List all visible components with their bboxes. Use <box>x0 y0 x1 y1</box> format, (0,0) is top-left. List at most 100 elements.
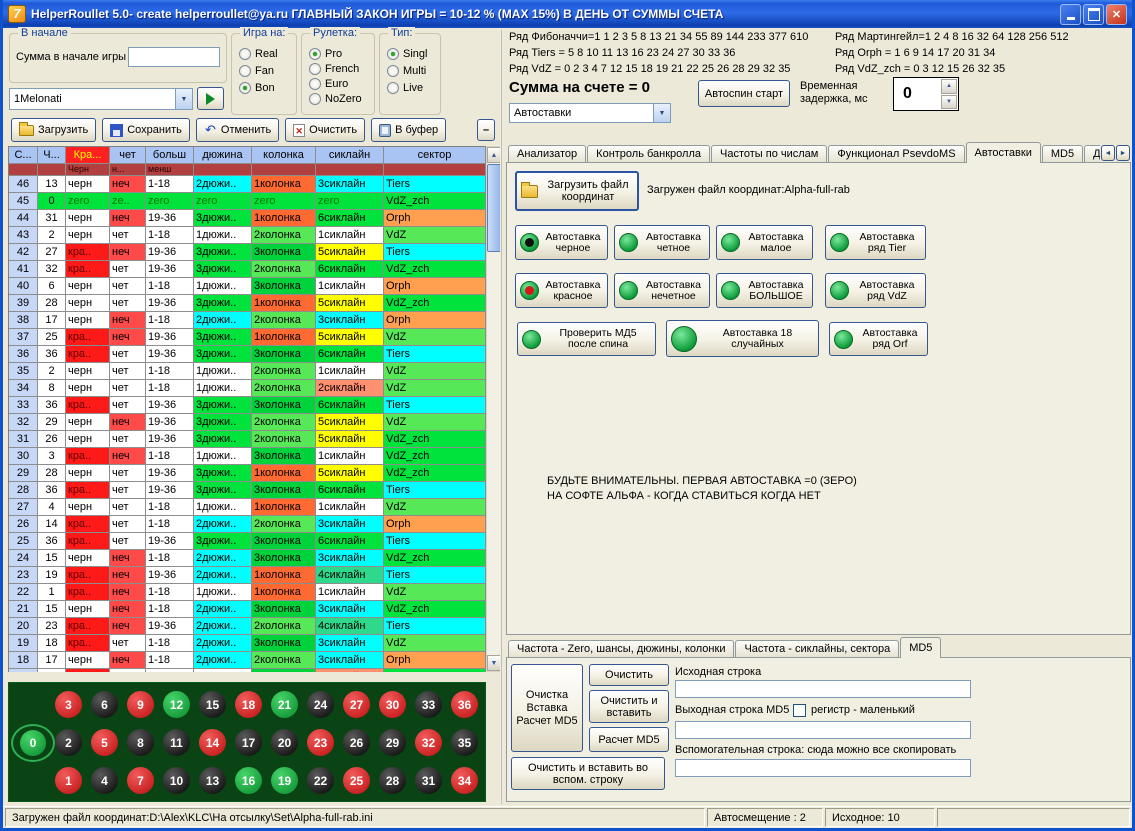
scroll-down-icon[interactable] <box>487 655 501 671</box>
autobet-button-3[interactable]: Автоставка ряд Tier <box>825 225 926 260</box>
radio-icon[interactable] <box>309 48 321 60</box>
board-number-14[interactable]: 14 <box>199 729 226 756</box>
helper-string-input[interactable] <box>675 759 971 777</box>
maximize-button[interactable] <box>1083 4 1104 25</box>
lowercase-checkbox[interactable] <box>793 704 806 717</box>
scroll-thumb[interactable] <box>487 164 501 252</box>
board-number-7[interactable]: 7 <box>127 767 154 794</box>
autobet-button-1[interactable]: Автоставка четное <box>614 225 710 260</box>
autobets-select[interactable]: Автоставки <box>509 103 671 123</box>
board-number-6[interactable]: 6 <box>91 691 118 718</box>
board-number-12[interactable]: 12 <box>163 691 190 718</box>
board-number-3[interactable]: 3 <box>55 691 82 718</box>
board-number-20[interactable]: 20 <box>271 729 298 756</box>
start-sum-input[interactable] <box>128 47 220 67</box>
radio-option-real[interactable]: Real <box>239 47 278 61</box>
board-number-34[interactable]: 34 <box>451 767 478 794</box>
spin-down-icon[interactable] <box>941 95 957 110</box>
md5-output-input[interactable] <box>675 721 971 739</box>
radio-icon[interactable] <box>387 82 399 94</box>
board-number-36[interactable]: 36 <box>451 691 478 718</box>
close-button[interactable] <box>1106 4 1127 25</box>
autobet-button-2[interactable]: Автоставка малое <box>716 225 813 260</box>
tab-частота-сиклайны-сектора[interactable]: Частота - сиклайны, сектора <box>735 640 899 658</box>
radio-option-fan[interactable]: Fan <box>239 64 278 78</box>
board-number-26[interactable]: 26 <box>343 729 370 756</box>
radio-icon[interactable] <box>309 78 321 90</box>
profile-select[interactable]: 1Melonati <box>9 88 193 110</box>
md5-clear-paste-helper-button[interactable]: Очистить и вставить во вспом. строку <box>511 757 665 790</box>
autobet-button-5[interactable]: Автоставка нечетное <box>614 273 710 308</box>
md5-clear-paste-calc-button[interactable]: Очистка Вставка Расчет MD5 <box>511 664 583 752</box>
autobet-button-0[interactable]: Автоставка черное <box>515 225 608 260</box>
tab-md5[interactable]: MD5 <box>1042 145 1083 163</box>
board-number-11[interactable]: 11 <box>163 729 190 756</box>
tabs-scroll-right-icon[interactable] <box>1116 145 1130 161</box>
board-number-2[interactable]: 2 <box>55 729 82 756</box>
radio-option-multi[interactable]: Multi <box>387 64 427 78</box>
board-number-24[interactable]: 24 <box>307 691 334 718</box>
collapse-button[interactable]: – <box>477 119 495 141</box>
play-button[interactable] <box>197 87 224 110</box>
tab-функционал-psevdoms[interactable]: Функционал PsevdoMS <box>828 145 964 163</box>
board-number-30[interactable]: 30 <box>379 691 406 718</box>
pane-splitter[interactable] <box>500 30 502 804</box>
to-buffer-button[interactable]: В буфер <box>371 118 446 142</box>
board-number-21[interactable]: 21 <box>271 691 298 718</box>
chevron-down-icon[interactable] <box>175 89 192 109</box>
board-number-28[interactable]: 28 <box>379 767 406 794</box>
radio-option-euro[interactable]: Euro <box>309 77 362 91</box>
board-number-22[interactable]: 22 <box>307 767 334 794</box>
board-number-27[interactable]: 27 <box>343 691 370 718</box>
spin-up-icon[interactable] <box>941 79 957 94</box>
autobet-button-7[interactable]: Автоставка ряд VdZ <box>825 273 926 308</box>
radio-icon[interactable] <box>239 82 251 94</box>
load-coords-button[interactable]: Загрузить файл координат <box>515 171 639 211</box>
autobet-button-9[interactable]: Автоставка 18 случайных <box>666 320 819 357</box>
autobet-button-4[interactable]: Автоставка красное <box>515 273 608 308</box>
radio-option-live[interactable]: Live <box>387 81 427 95</box>
board-number-8[interactable]: 8 <box>127 729 154 756</box>
radio-icon[interactable] <box>387 48 399 60</box>
board-number-25[interactable]: 25 <box>343 767 370 794</box>
board-number-23[interactable]: 23 <box>307 729 334 756</box>
board-number-31[interactable]: 31 <box>415 767 442 794</box>
radio-option-bon[interactable]: Bon <box>239 81 278 95</box>
tab-анализатор[interactable]: Анализатор <box>508 145 586 163</box>
board-number-13[interactable]: 13 <box>199 767 226 794</box>
radio-icon[interactable] <box>387 65 399 77</box>
tab-частота-zero-шансы-дюжины-колонки[interactable]: Частота - Zero, шансы, дюжины, колонки <box>508 640 734 658</box>
autospin-start-button[interactable]: Автоспин старт <box>698 80 790 107</box>
board-number-15[interactable]: 15 <box>199 691 226 718</box>
board-number-5[interactable]: 5 <box>91 729 118 756</box>
md5-clear-button[interactable]: Очистить <box>589 664 669 686</box>
radio-option-pro[interactable]: Pro <box>309 47 362 61</box>
radio-icon[interactable] <box>309 63 321 75</box>
tab-частоты-по-числам[interactable]: Частоты по числам <box>711 145 827 163</box>
tabs-scroll-left-icon[interactable] <box>1101 145 1115 161</box>
chevron-down-icon[interactable] <box>653 104 670 122</box>
board-number-33[interactable]: 33 <box>415 691 442 718</box>
board-number-10[interactable]: 10 <box>163 767 190 794</box>
md5-clear-and-paste-button[interactable]: Очистить и вставить <box>589 690 669 723</box>
radio-option-singl[interactable]: Singl <box>387 47 427 61</box>
board-number-18[interactable]: 18 <box>235 691 262 718</box>
board-number-16[interactable]: 16 <box>235 767 262 794</box>
tab-автоставки[interactable]: Автоставки <box>966 142 1041 163</box>
source-string-input[interactable] <box>675 680 971 698</box>
scroll-up-icon[interactable] <box>487 147 501 163</box>
tab-контроль-банкролла[interactable]: Контроль банкролла <box>587 145 710 163</box>
save-button[interactable]: Сохранить <box>102 118 190 142</box>
clear-button[interactable]: Очистить <box>285 118 365 142</box>
board-number-9[interactable]: 9 <box>127 691 154 718</box>
load-button[interactable]: Загрузить <box>11 118 96 142</box>
autobet-button-10[interactable]: Автоставка ряд Orf <box>829 322 928 356</box>
radio-icon[interactable] <box>309 93 321 105</box>
radio-option-french[interactable]: French <box>309 62 362 76</box>
tab-md5[interactable]: MD5 <box>900 637 941 658</box>
board-number-35[interactable]: 35 <box>451 729 478 756</box>
tab-делени[interactable]: Делени <box>1084 145 1100 163</box>
minimize-button[interactable] <box>1060 4 1081 25</box>
autobet-button-6[interactable]: Автоставка БОЛЬШОЕ <box>716 273 813 308</box>
undo-button[interactable]: Отменить <box>196 118 279 142</box>
